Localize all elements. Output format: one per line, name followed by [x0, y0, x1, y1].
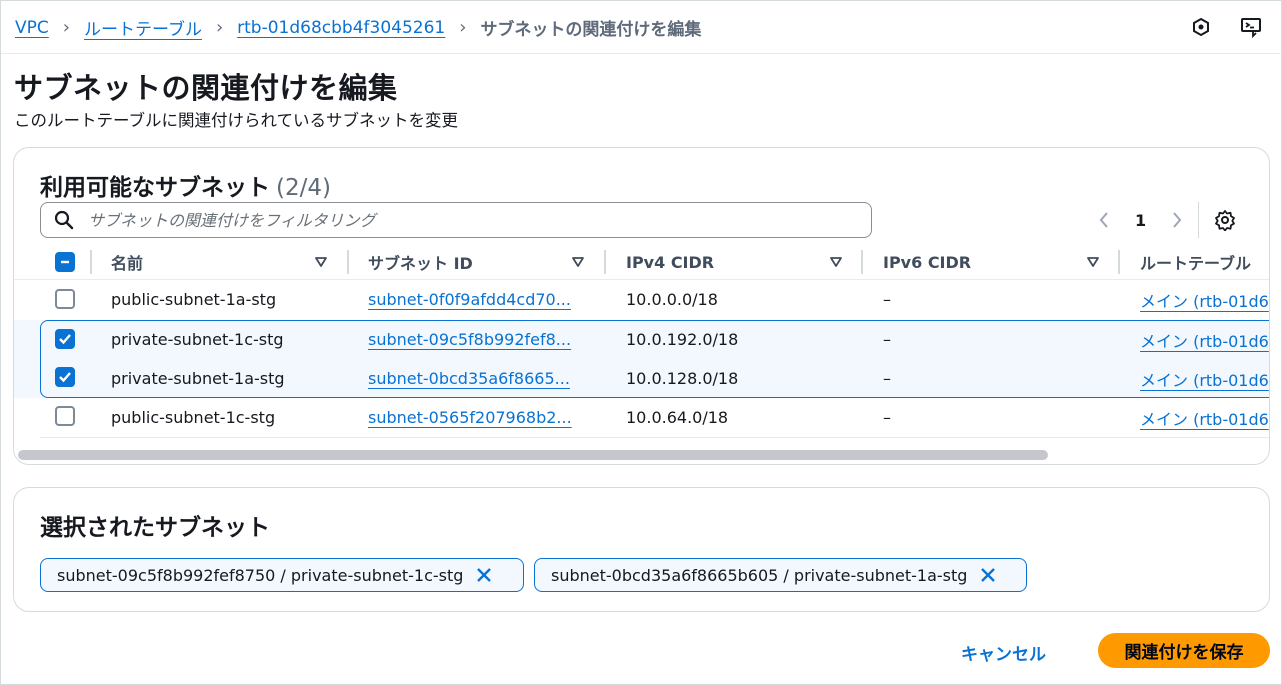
page-number[interactable]: 1	[1135, 211, 1146, 230]
cell-subnet-id-link[interactable]: subnet-0bcd35a6f8665...	[368, 359, 586, 398]
column-header-ipv4[interactable]: IPv4 CIDR	[626, 244, 714, 280]
row-checkbox[interactable]	[55, 329, 75, 349]
close-icon[interactable]	[977, 564, 999, 586]
cancel-button[interactable]: キャンセル	[961, 637, 1046, 667]
breadcrumb: VPC › ルートテーブル › rtb-01d68cbb4f3045261 › …	[15, 15, 701, 40]
sort-caret-icon[interactable]	[570, 254, 586, 270]
cell-subnet-id-link[interactable]: subnet-09c5f8b992fef8...	[368, 320, 586, 359]
cell-subnet-id-link[interactable]: subnet-0565f207968b2...	[368, 398, 586, 437]
column-divider	[90, 250, 92, 274]
breadcrumb-route-table-id[interactable]: rtb-01d68cbb4f3045261	[237, 18, 445, 38]
cell-ipv6: –	[883, 290, 891, 309]
available-subnets-container: 利用可能なサブネット(2/4) 1	[13, 147, 1270, 465]
sort-caret-icon[interactable]	[828, 254, 844, 270]
cell-ipv4: 10.0.0.0/18	[626, 290, 718, 309]
table-row[interactable]: public-subnet-1c-stg subnet-0565f207968b…	[14, 398, 1269, 437]
app-frame: VPC › ルートテーブル › rtb-01d68cbb4f3045261 › …	[0, 0, 1282, 685]
close-icon[interactable]	[473, 564, 495, 586]
token-label: subnet-09c5f8b992fef8750 / private-subne…	[57, 565, 464, 585]
breadcrumb-chevron-icon: ›	[215, 17, 224, 38]
cell-name: private-subnet-1a-stg	[111, 369, 285, 388]
search-input[interactable]	[88, 210, 848, 230]
selected-subnet-token: subnet-0bcd35a6f8665b605 / private-subne…	[534, 558, 1027, 592]
column-divider	[1118, 250, 1120, 274]
column-divider	[347, 250, 349, 274]
pagination: 1	[1092, 204, 1189, 236]
cloudshell-hex-icon[interactable]	[1189, 15, 1213, 39]
table-row[interactable]: private-subnet-1c-stg subnet-09c5f8b992f…	[14, 320, 1269, 359]
available-subnets-title: 利用可能なサブネット (2/4)	[40, 168, 331, 202]
cell-name: public-subnet-1a-stg	[111, 290, 277, 309]
column-header-ipv6[interactable]: IPv6 CIDR	[883, 244, 971, 280]
search-icon	[54, 210, 74, 230]
available-subnets-count: (2/4)	[276, 175, 331, 201]
breadcrumb-chevron-icon: ›	[459, 17, 467, 38]
select-all-checkbox[interactable]	[55, 252, 75, 272]
selected-subnets-container: 選択されたサブネット subnet-09c5f8b992fef8750 / pr…	[13, 487, 1270, 612]
feedback-icon[interactable]	[1239, 15, 1263, 39]
page-title: サブネットの関連付けを編集	[14, 71, 398, 105]
column-header-name[interactable]: 名前	[111, 244, 143, 280]
page-description: このルートテーブルに関連付けられているサブネットを変更	[14, 111, 459, 130]
cell-ipv4: 10.0.64.0/18	[626, 408, 729, 427]
cell-ipv4: 10.0.192.0/18	[626, 330, 739, 349]
cell-name: public-subnet-1c-stg	[111, 408, 276, 427]
cell-ipv6: –	[883, 369, 891, 388]
column-divider	[604, 250, 606, 274]
chevron-left-icon[interactable]	[1092, 208, 1116, 232]
chevron-right-icon[interactable]	[1165, 208, 1189, 232]
cell-route-table-link[interactable]: メイン (rtb-01d6	[1140, 359, 1269, 398]
table-header: 名前 サブネット ID IPv4 CIDR IPv6 CIDR ルートテーブル	[14, 244, 1269, 280]
column-header-subnet-id[interactable]: サブネット ID	[368, 244, 473, 280]
table-row[interactable]: private-subnet-1a-stg subnet-0bcd35a6f86…	[14, 359, 1269, 398]
breadcrumb-route-tables[interactable]: ルートテーブル	[84, 15, 202, 40]
selected-subnet-token: subnet-09c5f8b992fef8750 / private-subne…	[40, 558, 524, 592]
sort-caret-icon[interactable]	[313, 254, 329, 270]
cell-route-table-link[interactable]: メイン (rtb-01d6	[1140, 398, 1269, 437]
cell-name: private-subnet-1c-stg	[111, 330, 284, 349]
column-header-route-table[interactable]: ルートテーブル	[1140, 244, 1251, 280]
breadcrumb-vpc[interactable]: VPC	[15, 18, 49, 38]
sort-caret-icon[interactable]	[1085, 254, 1101, 270]
available-subnets-heading: 利用可能なサブネット	[40, 175, 270, 201]
row-checkbox[interactable]	[55, 289, 75, 309]
subnet-filter[interactable]	[40, 202, 872, 238]
column-divider	[861, 250, 863, 274]
breadcrumb-current: サブネットの関連付けを編集	[480, 20, 702, 40]
check-icon	[59, 372, 71, 383]
cell-route-table-link[interactable]: メイン (rtb-01d6	[1140, 280, 1269, 319]
cell-ipv6: –	[883, 408, 891, 427]
breadcrumb-chevron-icon: ›	[62, 17, 70, 38]
top-bar: VPC › ルートテーブル › rtb-01d68cbb4f3045261 › …	[1, 1, 1282, 54]
table-row[interactable]: public-subnet-1a-stg subnet-0f0f9afdd4cd…	[14, 280, 1269, 319]
cell-route-table-link[interactable]: メイン (rtb-01d6	[1140, 320, 1269, 359]
save-associations-button[interactable]: 関連付けを保存	[1098, 633, 1270, 668]
scrollbar-thumb[interactable]	[18, 450, 1048, 460]
row-checkbox[interactable]	[55, 406, 75, 426]
cell-ipv6: –	[883, 330, 891, 349]
pager-divider	[1198, 202, 1199, 238]
row-divider	[40, 437, 1269, 438]
selected-subnets-title: 選択されたサブネット	[40, 515, 270, 541]
check-icon	[59, 334, 71, 345]
row-checkbox[interactable]	[55, 367, 75, 387]
cell-ipv4: 10.0.128.0/18	[626, 369, 739, 388]
cell-subnet-id-link[interactable]: subnet-0f0f9afdd4cd70...	[368, 280, 586, 319]
gear-icon[interactable]	[1213, 208, 1237, 232]
token-label: subnet-0bcd35a6f8665b605 / private-subne…	[551, 565, 968, 585]
